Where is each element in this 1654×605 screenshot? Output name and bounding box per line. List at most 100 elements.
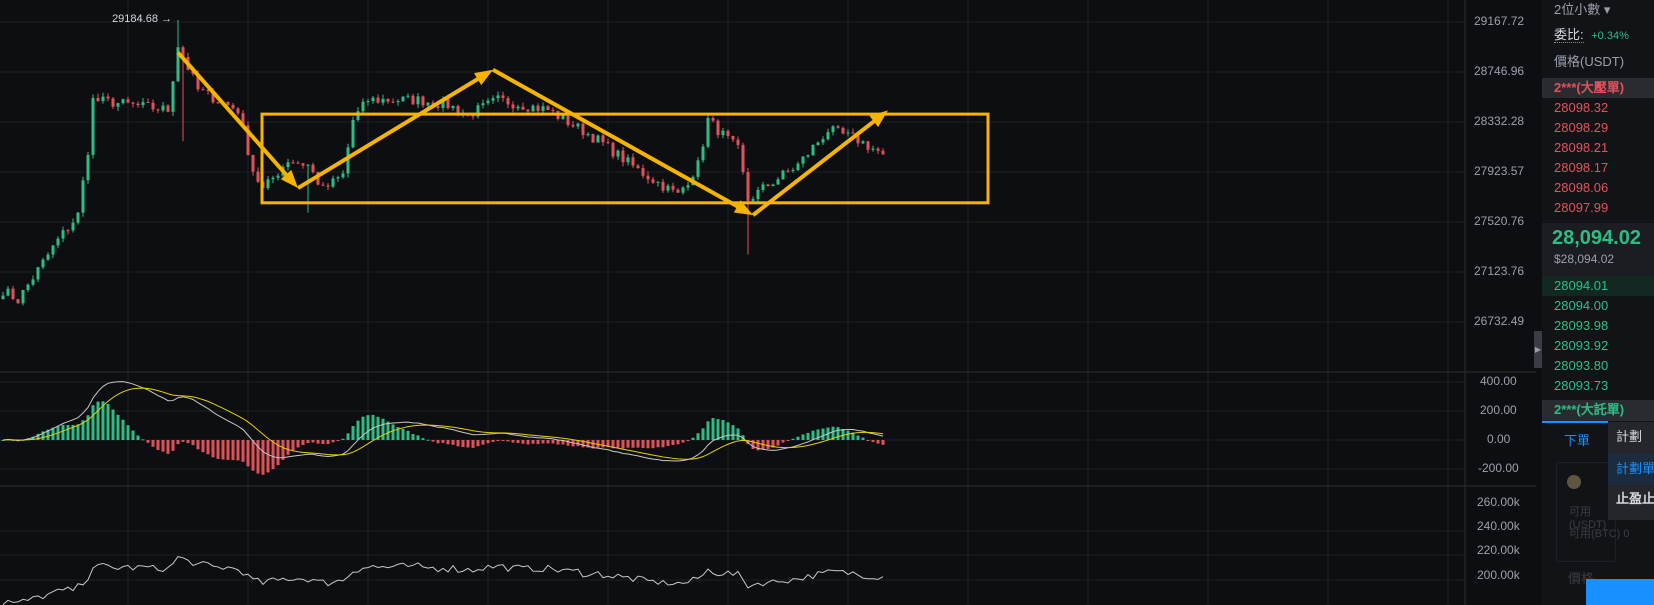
ratio-label: 委比: [1554,27,1584,43]
candle-body [636,165,640,169]
collapse-panel-button[interactable]: ▶ [1534,331,1542,368]
candle-body [801,156,805,164]
candle-body [76,212,80,223]
candle-body [881,150,885,155]
submit-order-button[interactable] [1586,579,1654,605]
macd-histogram-bar [356,420,360,440]
tab-order[interactable]: 下單 [1564,430,1590,449]
macd-histogram-bar [276,440,280,466]
candle-body [201,89,205,91]
candle-body [836,126,840,128]
order-form: 可用(USDT) 可用(BTC) 0 [1556,462,1630,562]
candle-body [341,173,345,178]
macd-histogram-bar [626,440,630,448]
macd-histogram-bar [406,430,410,440]
macd-histogram-bar [701,428,705,440]
candle-body [376,97,380,103]
candle-body [486,100,490,104]
candle-body [536,105,540,111]
candle-body [481,103,485,106]
candle-body [761,184,765,190]
macd-histogram-bar [206,440,210,455]
bid-row[interactable]: 28094.00 [1542,296,1654,316]
macd-histogram-bar [366,415,370,440]
candle-body [296,162,300,164]
precision-select[interactable]: 2位小數 ▾ [1542,0,1654,20]
price-tick: 26732.49 [1474,314,1525,328]
candle-body [6,288,10,296]
candle-body [61,230,65,239]
macd-histogram-bar [336,440,340,441]
candle-body [266,179,270,189]
ask-row[interactable]: 28098.21 [1542,138,1654,158]
candle-body [531,105,535,112]
macd-histogram-bar [766,440,770,449]
macd-histogram-bar [156,440,160,451]
macd-histogram-bar [876,440,880,444]
macd-histogram-bar [666,440,670,446]
macd-histogram-bar [311,440,315,443]
price-tick: 27123.76 [1474,264,1525,278]
chevron-right-icon: ▶ [1534,345,1542,354]
candle-body [631,157,635,166]
ask-row[interactable]: 28098.17 [1542,158,1654,178]
macd-histogram-bar [196,440,200,450]
macd-histogram-bar [861,437,865,440]
candle-body [71,222,75,231]
candle-body [621,150,625,163]
bid-row[interactable]: 28093.80 [1542,356,1654,376]
macd-tick: -200.00 [1478,461,1519,475]
macd-histogram-bar [821,428,825,440]
candle-body [111,98,115,107]
price-chart[interactable]: 29184.68 → [0,0,1536,605]
ask-row[interactable]: 28098.29 [1542,118,1654,138]
macd-histogram-bar [801,434,805,440]
candle-body [366,101,370,103]
candle-body [521,106,525,110]
bid-ask-ratio: 委比: +0.34% [1542,25,1654,45]
candle-body [136,103,140,106]
ask-row[interactable]: 28097.99 [1542,198,1654,218]
candle-body [361,101,365,112]
macd-histogram-bar [151,440,155,447]
candle-body [416,96,420,105]
macd-histogram-bar [221,440,225,460]
bid-row[interactable]: 28093.98 [1542,316,1654,336]
macd-histogram-bar [176,440,180,445]
macd-histogram-bar [421,438,425,440]
candle-body [591,134,595,143]
ask-row[interactable]: 28098.32 [1542,98,1654,118]
menu-item-plan-order[interactable]: 計劃單 [1608,454,1654,484]
macd-histogram-bar [436,440,440,444]
candle-body [516,106,520,109]
menu-item-take-profit[interactable]: 止盈止 [1608,484,1654,514]
coin-icon [1567,475,1581,489]
bid-row[interactable]: 28093.92 [1542,336,1654,356]
candle-body [546,106,550,111]
macd-histogram-bar [511,440,515,443]
candle-body [291,162,295,164]
macd-histogram-bar [836,427,840,440]
macd-histogram-bar [641,440,645,449]
candle-body [106,96,110,99]
macd-histogram-bar [76,424,80,440]
price-tick: 27520.76 [1474,214,1525,228]
candle-body [571,124,575,127]
last-price-block: 28,094.02 $28,094.02 [1542,223,1654,276]
macd-histogram-bar [446,440,450,445]
bid-row[interactable]: 28094.01 [1542,276,1654,296]
macd-histogram-bar [451,440,455,445]
ask-row[interactable]: 28098.06 [1542,178,1654,198]
candle-body [501,95,505,99]
macd-histogram-bar [161,440,165,452]
macd-histogram-bar [191,440,195,446]
macd-histogram-bar [376,416,380,440]
menu-item-plan[interactable]: 計劃 [1608,422,1654,452]
candle-body [526,109,530,112]
macd-histogram-bar [631,440,635,448]
candle-body [271,177,275,180]
bid-row[interactable]: 28093.73 [1542,376,1654,396]
candle-body [731,135,735,140]
macd-histogram-bar [216,440,220,459]
candle-body [436,106,440,108]
